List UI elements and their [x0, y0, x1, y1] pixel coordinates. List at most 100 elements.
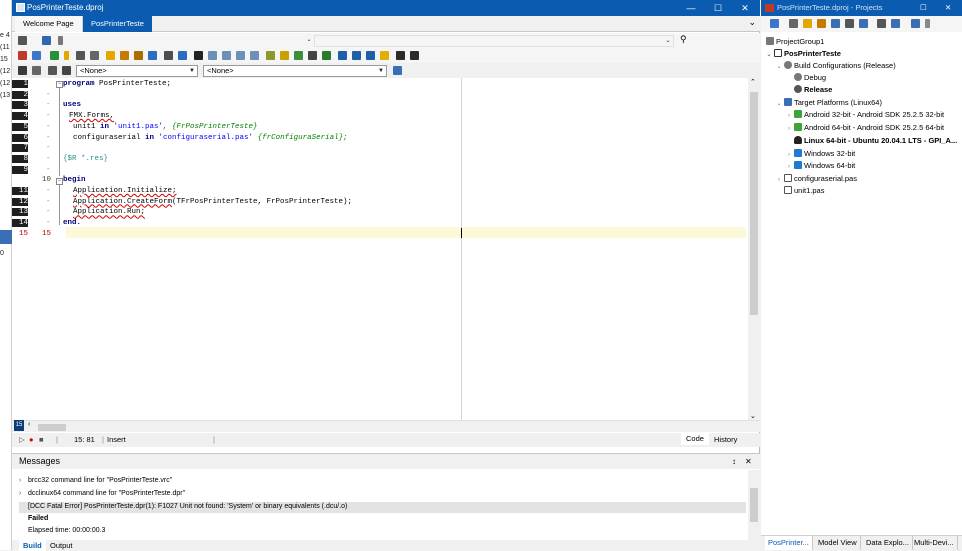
restore-icon[interactable]: ☐: [920, 0, 927, 16]
toggle-view-icon[interactable]: [18, 51, 27, 60]
open-icon[interactable]: [32, 51, 41, 60]
tree-node-windows-64[interactable]: › Windows 64-bit: [785, 160, 855, 172]
debug-icon[interactable]: [338, 51, 347, 60]
tree-node-unit1[interactable]: unit1.pas: [775, 185, 824, 197]
chevron-down-icon[interactable]: ⌄: [750, 412, 756, 420]
layout-icon[interactable]: [891, 19, 900, 28]
build-icon[interactable]: [845, 19, 854, 28]
add-file-icon[interactable]: [148, 51, 157, 60]
chevron-right-icon[interactable]: ›: [19, 489, 28, 499]
tab-data-explorer[interactable]: Data Explo...: [863, 536, 913, 550]
tab-multi-device[interactable]: Multi-Devi...: [911, 536, 958, 550]
align-right-icon[interactable]: [236, 51, 245, 60]
message-line[interactable]: › brcc32 command line for "PosPrinterTest…: [19, 476, 172, 486]
chevron-right-icon[interactable]: ›: [19, 476, 28, 486]
scrollbar-thumb[interactable]: [750, 488, 758, 522]
fold-toggle-icon[interactable]: −: [56, 81, 63, 88]
chevron-down-icon[interactable]: [64, 51, 69, 60]
tree-node-android-64[interactable]: › Android 64-bit - Android SDK 25.2.5 64-…: [785, 122, 944, 134]
message-line[interactable]: Elapsed time: 00:00:00.3: [28, 526, 105, 536]
tree-node-project[interactable]: ⌄ PosPrinterTeste: [765, 48, 841, 60]
chevron-up-icon[interactable]: ⌃: [750, 78, 756, 86]
minimize-icon[interactable]: —: [678, 0, 704, 16]
message-line[interactable]: Failed: [28, 514, 48, 524]
open-folder-icon[interactable]: [817, 19, 826, 28]
tree-node-linux-64[interactable]: Linux 64-bit - Ubuntu 20.04.1 LTS - GPI_…: [785, 135, 957, 147]
new-icon[interactable]: [50, 51, 59, 60]
tree-node-configuraserial[interactable]: › configuraserial.pas: [775, 173, 857, 185]
align-left-icon[interactable]: [208, 51, 217, 60]
view-icon[interactable]: [911, 19, 920, 28]
editor-titlebar[interactable]: PosPrinterTeste.dproj — ☐ ✕: [12, 0, 760, 16]
chevron-right-icon[interactable]: ›: [785, 161, 793, 173]
record-icon[interactable]: ●: [29, 435, 34, 445]
stop-macro-icon[interactable]: ■: [39, 435, 44, 445]
chevron-down-icon[interactable]: [58, 36, 63, 45]
navigate-icon[interactable]: [393, 66, 402, 75]
chevron-down-icon[interactable]: [925, 19, 930, 28]
tab-build[interactable]: Build: [19, 540, 46, 551]
stop-icon[interactable]: [194, 51, 203, 60]
search-box[interactable]: ⌄: [314, 35, 674, 47]
info-icon[interactable]: [396, 51, 405, 60]
step-icon[interactable]: [352, 51, 361, 60]
chevron-right-icon[interactable]: ›: [785, 110, 793, 122]
chevron-down-icon[interactable]: ⌄: [775, 61, 783, 73]
tree-node-project-group[interactable]: ProjectGroup1: [765, 36, 824, 48]
binoculars-icon[interactable]: [62, 66, 71, 75]
tabs-dropdown-icon[interactable]: ⌄: [748, 17, 756, 28]
run-icon[interactable]: [322, 51, 331, 60]
filter-icon[interactable]: [859, 19, 868, 28]
tab-projects[interactable]: PosPrinter...: [765, 536, 813, 550]
unit-icon[interactable]: [48, 66, 57, 75]
pin-icon[interactable]: ↕: [732, 454, 736, 469]
search-icon[interactable]: ⚲: [680, 35, 690, 44]
tab-posprinterteste[interactable]: PosPrinterTeste: [83, 16, 152, 32]
maximize-icon[interactable]: ☐: [705, 0, 731, 16]
tree-node-debug[interactable]: Debug: [793, 72, 826, 84]
options-icon[interactable]: [178, 51, 187, 60]
editor-vertical-scrollbar[interactable]: ⌃ ⌄: [748, 78, 760, 420]
save-all-icon[interactable]: [90, 51, 99, 60]
tab-welcome-page[interactable]: Welcome Page: [15, 16, 83, 32]
folder-icon[interactable]: [120, 51, 129, 60]
collapse-icon[interactable]: [877, 19, 886, 28]
tree-node-release[interactable]: Release: [793, 84, 832, 96]
settings-icon[interactable]: [380, 51, 389, 60]
sort-icon[interactable]: [831, 19, 840, 28]
align-center-icon[interactable]: [222, 51, 231, 60]
projects-titlebar[interactable]: PosPrinterTeste.dproj - Projects ☐ ✕: [761, 0, 962, 16]
editor-horizontal-scrollbar[interactable]: 15 ‹: [12, 420, 760, 432]
scrollbar-thumb[interactable]: [38, 424, 66, 431]
save-icon[interactable]: [76, 51, 85, 60]
new-item-icon[interactable]: [770, 19, 779, 28]
bookmark-icon[interactable]: [266, 51, 275, 60]
code-editor[interactable]: 1 2 3 4 5 6 7 8 9 11 12 13 14 15 - - - -…: [12, 78, 748, 420]
message-line[interactable]: › dcclinux64 command line for "PosPrinter…: [19, 489, 185, 499]
indent-icon[interactable]: [250, 51, 259, 60]
platform-icon[interactable]: [42, 36, 51, 45]
tree-node-target-platforms[interactable]: ⌄ Target Platforms (Linux64): [775, 97, 882, 109]
sync-icon[interactable]: [789, 19, 798, 28]
close-icon[interactable]: ✕: [745, 454, 752, 469]
scrollbar-thumb[interactable]: [750, 92, 758, 315]
collapse-icon[interactable]: ⌄: [300, 35, 314, 47]
tab-output[interactable]: Output: [46, 540, 77, 551]
tree-node-windows-32[interactable]: › Windows 32-bit: [785, 148, 855, 160]
tab-history[interactable]: History: [714, 435, 737, 445]
compile-icon[interactable]: [294, 51, 303, 60]
messages-scrollbar[interactable]: [748, 470, 760, 540]
fold-toggle-icon[interactable]: −: [56, 177, 63, 185]
tab-code[interactable]: Code: [681, 433, 709, 445]
remove-file-icon[interactable]: [164, 51, 173, 60]
edit-icon[interactable]: [280, 51, 289, 60]
tree-node-build-configurations[interactable]: ⌄ Build Configurations (Release): [775, 60, 896, 72]
class-icon[interactable]: [32, 66, 41, 75]
trace-icon[interactable]: [366, 51, 375, 60]
play-icon[interactable]: ▷: [19, 435, 25, 445]
structure-icon[interactable]: [18, 66, 27, 75]
close-icon[interactable]: ✕: [732, 0, 758, 16]
class-combo[interactable]: <None> ▼: [76, 65, 198, 77]
method-combo[interactable]: <None> ▼: [203, 65, 387, 77]
tab-model-view[interactable]: Model View: [815, 536, 861, 550]
